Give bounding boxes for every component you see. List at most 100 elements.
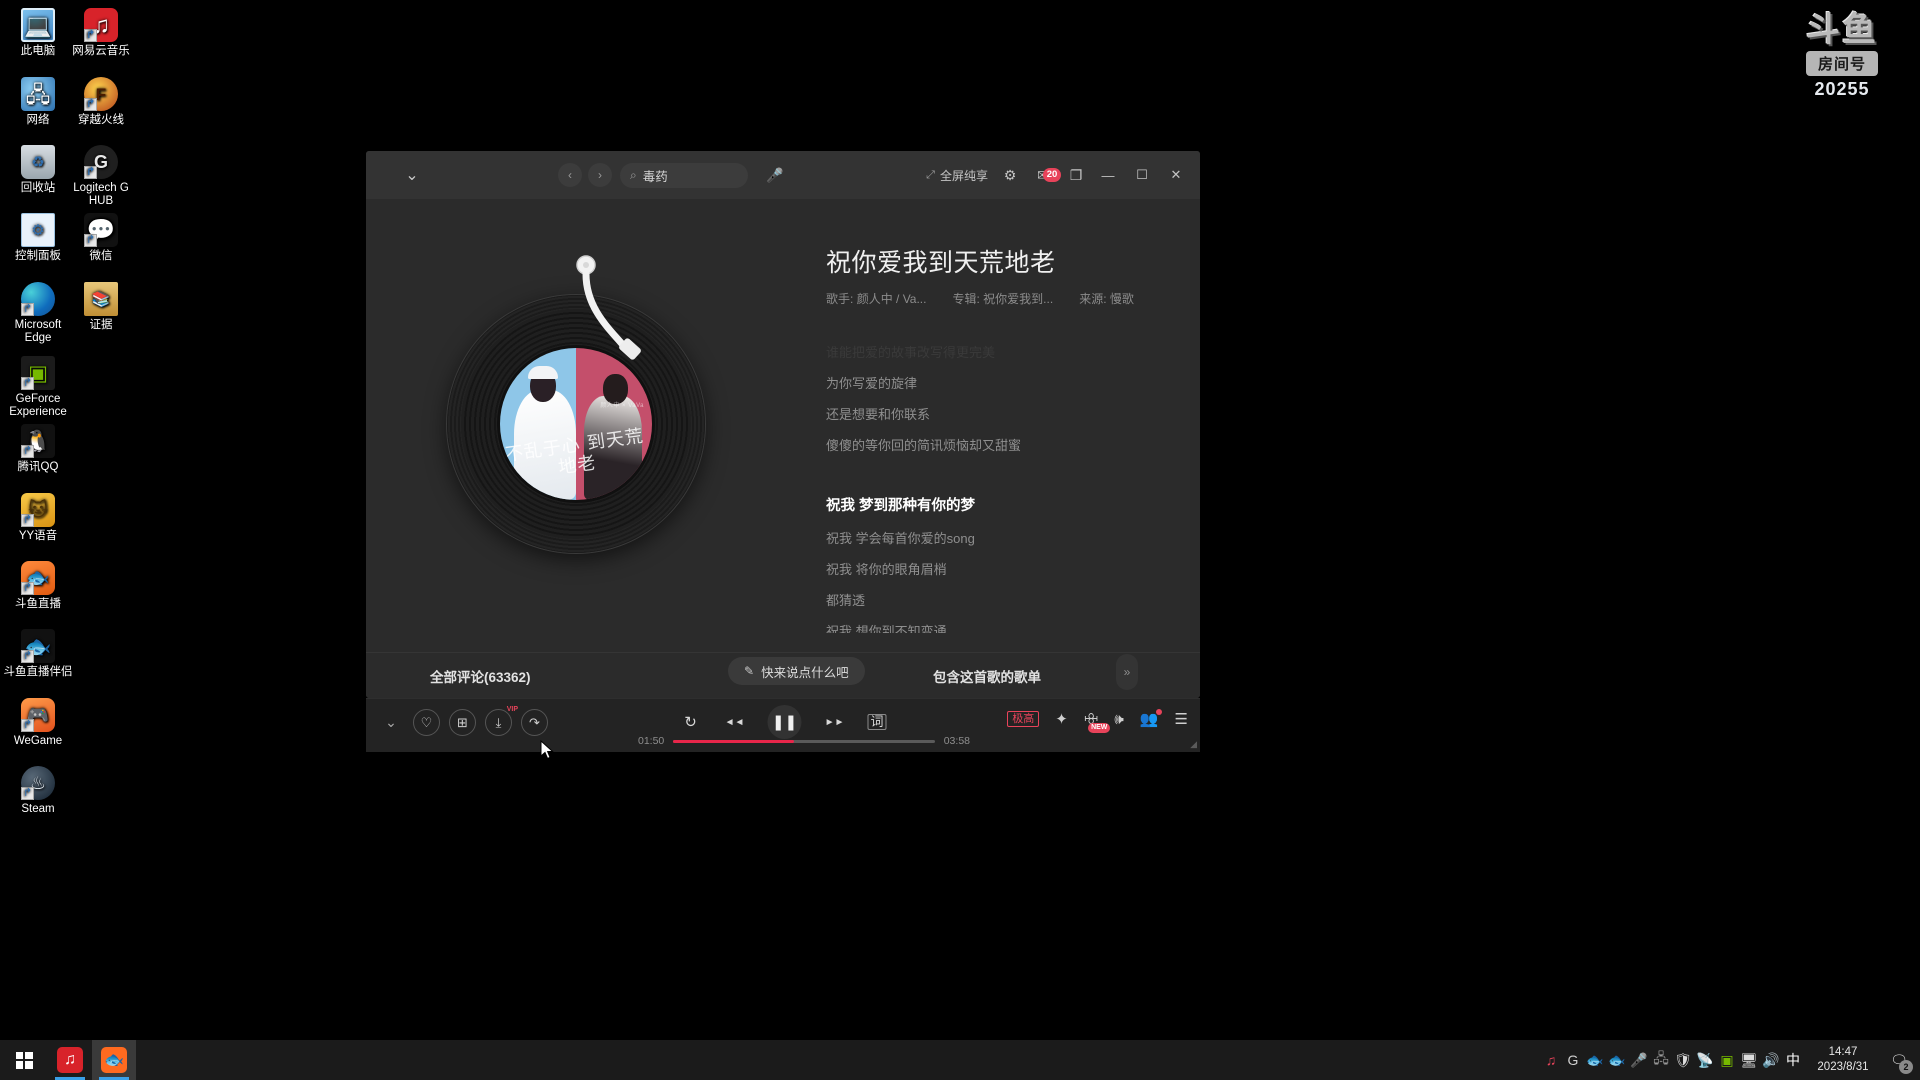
fullscreen-mode-button[interactable]: ⤢ 全屏纯享 xyxy=(920,159,994,191)
tray-icon-nvidia[interactable]: ▣ xyxy=(1716,1040,1738,1080)
network-icon: 🖧 xyxy=(21,77,55,111)
comments-section-header[interactable]: 全部评论(63362) xyxy=(430,666,531,686)
add-to-playlist-icon[interactable]: ⊞ xyxy=(449,709,476,736)
desktop-icon-label: 网易云音乐 xyxy=(72,45,130,57)
source-label: 来源: xyxy=(1079,292,1107,306)
search-icon: ⌕ xyxy=(630,167,637,182)
previous-track-icon[interactable]: ◄◄ xyxy=(723,717,745,728)
write-comment-label: 快来说点什么吧 xyxy=(761,665,849,680)
tray-icon-volume[interactable]: 🔊 xyxy=(1760,1040,1782,1080)
like-heart-icon[interactable]: ♡ xyxy=(413,709,440,736)
minimize-button[interactable]: — xyxy=(1092,159,1124,191)
desktop-icon-douyu-live[interactable]: 🐟 斗鱼直播 xyxy=(0,561,76,611)
desktop-icon-geforce-experience[interactable]: ▣ GeForce Experience xyxy=(0,356,76,419)
start-button[interactable] xyxy=(0,1040,48,1080)
share-icon[interactable]: ↷ xyxy=(521,709,548,736)
collapse-player-chevron-icon[interactable]: ⌄ xyxy=(378,710,404,736)
tray-icon-douyu-tray-2[interactable]: 🐟 xyxy=(1606,1040,1628,1080)
play-pause-button[interactable]: ❚❚ xyxy=(767,705,802,739)
album-disc-pane: 颜人中 × VaVa 不乱于心 到天荒地老 xyxy=(366,199,786,652)
source-field[interactable]: 来源: 慢歌 xyxy=(1079,290,1134,307)
tray-icon-network-disconnected[interactable]: 🖧 xyxy=(1650,1040,1672,1080)
tray-icon-microphone[interactable]: 🎤 xyxy=(1628,1040,1650,1080)
lyrics-toggle-icon[interactable]: 词 xyxy=(867,714,887,730)
taskbar-app-douyu-companion[interactable]: 🐟 xyxy=(92,1040,136,1080)
progress-slider[interactable] xyxy=(673,739,935,743)
write-comment-button[interactable]: ✎ 快来说点什么吧 xyxy=(728,657,865,685)
download-icon[interactable]: ⤓ VIP xyxy=(485,706,518,736)
wechat-icon: 💬 xyxy=(84,213,118,247)
desktop-icon-logitech-g-hub[interactable]: G Logitech G HUB xyxy=(63,145,139,208)
steam-icon: ♨ xyxy=(21,766,55,800)
desktop-icon-wechat[interactable]: 💬 微信 xyxy=(63,213,139,263)
lyrics-panel[interactable]: 谁能把爱的故事改写得更完美 为你写爱的旋律 还是想要和你联系 傻傻的等你回的简讯烦恼却… xyxy=(826,337,1200,633)
tray-icon-list: ♫ G 🐟 🐟 🎤 🖧 🛡 📡 ▣ 🖥 🔊 中 xyxy=(1540,1040,1804,1080)
transport-controls: ↻ ◄◄ ❚❚ ►► 词 xyxy=(679,705,887,739)
mini-player-icon[interactable]: ❐ xyxy=(1062,167,1090,184)
desktop-icon-evidence[interactable]: 📚 证据 xyxy=(63,282,139,332)
repeat-mode-icon[interactable]: ↻ xyxy=(679,713,701,731)
close-button[interactable]: ✕ xyxy=(1160,159,1192,191)
tray-icon-remote-desktop[interactable]: 🖥 xyxy=(1738,1040,1760,1080)
settings-gear-icon[interactable]: ⚙ xyxy=(996,167,1024,184)
search-input-value: 毒药 xyxy=(642,169,668,184)
window-resize-grip[interactable]: ◢ xyxy=(1190,739,1197,750)
listen-together-icon[interactable]: 👥 xyxy=(1140,709,1162,728)
download-glyph: ⤓ xyxy=(495,714,502,730)
tray-icon-satellite[interactable]: 📡 xyxy=(1694,1040,1716,1080)
progress-fill xyxy=(673,739,794,743)
voice-search-icon[interactable]: 🎤 xyxy=(762,162,788,188)
desktop-icon-label: 斗鱼直播 xyxy=(15,598,61,610)
artist-field[interactable]: 歌手: 颜人中 / Va... xyxy=(826,290,926,307)
tray-icon-security-warning[interactable]: 🛡 xyxy=(1672,1040,1694,1080)
desktop-icon-wegame[interactable]: 🎮 WeGame xyxy=(0,698,76,748)
tray-icon-netease-tray[interactable]: ♫ xyxy=(1540,1040,1562,1080)
collapse-chevron-icon[interactable]: ⌄ xyxy=(394,157,430,193)
windows-taskbar: ♫ 🐟 ♫ G 🐟 🐟 🎤 🖧 🛡 📡 ▣ 🖥 🔊 中 14:47 2023/8/31 🗨 2 xyxy=(0,1040,1920,1080)
desktop-icon-label: 此电脑 xyxy=(20,45,56,57)
desktop-icon-yy-voice[interactable]: 🐱 YY语音 xyxy=(0,493,76,543)
mail-icon[interactable]: ✉ 20 xyxy=(1026,167,1061,184)
taskbar-clock[interactable]: 14:47 2023/8/31 xyxy=(1804,1040,1882,1080)
mail-unread-badge: 20 xyxy=(1043,167,1061,182)
sound-effects-icon[interactable]: ✦ xyxy=(1055,710,1068,728)
expand-chevrons-icon[interactable]: » xyxy=(1116,654,1138,690)
fullscreen-icon: ⤢ xyxy=(926,168,935,181)
shortcut-arrow-icon xyxy=(21,303,34,316)
back-icon[interactable]: ‹ xyxy=(558,163,582,187)
playlist-queue-icon[interactable]: ☰ xyxy=(1175,710,1188,728)
tray-icon-ime-chinese[interactable]: 中 xyxy=(1782,1040,1804,1080)
current-time: 01:50 xyxy=(638,735,665,747)
taskbar-app-netease-music[interactable]: ♫ xyxy=(48,1040,92,1080)
control-panel-icon: ⚙ xyxy=(21,213,55,247)
song-title: 祝你爱我到天荒地老 xyxy=(826,249,1056,277)
douyu-companion-icon: 🐟 xyxy=(101,1047,127,1073)
desktop-icon-label: 斗鱼直播伴侣 xyxy=(3,666,73,678)
douyu-live-icon: 🐟 xyxy=(21,561,55,595)
desktop-icon-douyu-companion[interactable]: 🐟 斗鱼直播伴侣 xyxy=(0,629,76,679)
maximize-button[interactable]: ☐ xyxy=(1126,159,1158,191)
room-number-value: 20255 xyxy=(1814,79,1870,99)
cat-ears-icon[interactable]: ꗳ NEW xyxy=(1084,711,1111,733)
tray-icon-douyu-tray-1[interactable]: 🐟 xyxy=(1584,1040,1606,1080)
desktop-icon-netease-music[interactable]: ♫ 网易云音乐 xyxy=(63,8,139,58)
desktop-icon-crossfire[interactable]: F 穿越火线 xyxy=(63,77,139,127)
desktop-icon-label: 腾讯QQ xyxy=(17,461,59,473)
related-playlists-header[interactable]: 包含这首歌的歌单 xyxy=(933,666,1041,686)
album-field[interactable]: 专辑: 祝你爱我到... xyxy=(952,290,1053,307)
forward-icon[interactable]: › xyxy=(588,163,612,187)
next-track-icon[interactable]: ►► xyxy=(823,717,845,728)
notification-center-button[interactable]: 🗨 2 xyxy=(1882,1040,1916,1080)
song-info-pane: 祝你爱我到天荒地老 歌手: 颜人中 / Va... 专辑: 祝你爱我到... 来… xyxy=(786,199,1200,652)
vip-badge: VIP xyxy=(506,706,518,713)
lyric-line: 为你写爱的旋律 xyxy=(826,376,918,391)
douyu-companion-icon: 🐟 xyxy=(21,629,55,663)
desktop-icon-steam[interactable]: ♨ Steam xyxy=(0,766,76,816)
nav-button-group: ‹ › xyxy=(558,163,612,187)
tray-icon-logitech-tray[interactable]: G xyxy=(1562,1040,1584,1080)
volume-icon[interactable]: 🕪 xyxy=(1114,711,1123,728)
search-input[interactable]: ⌕ 毒药 xyxy=(620,162,748,188)
audio-quality-badge[interactable]: 极高 xyxy=(1007,711,1040,727)
clock-time: 14:47 xyxy=(1828,1046,1858,1058)
desktop-icon-tencent-qq[interactable]: 🐧 腾讯QQ xyxy=(0,424,76,474)
